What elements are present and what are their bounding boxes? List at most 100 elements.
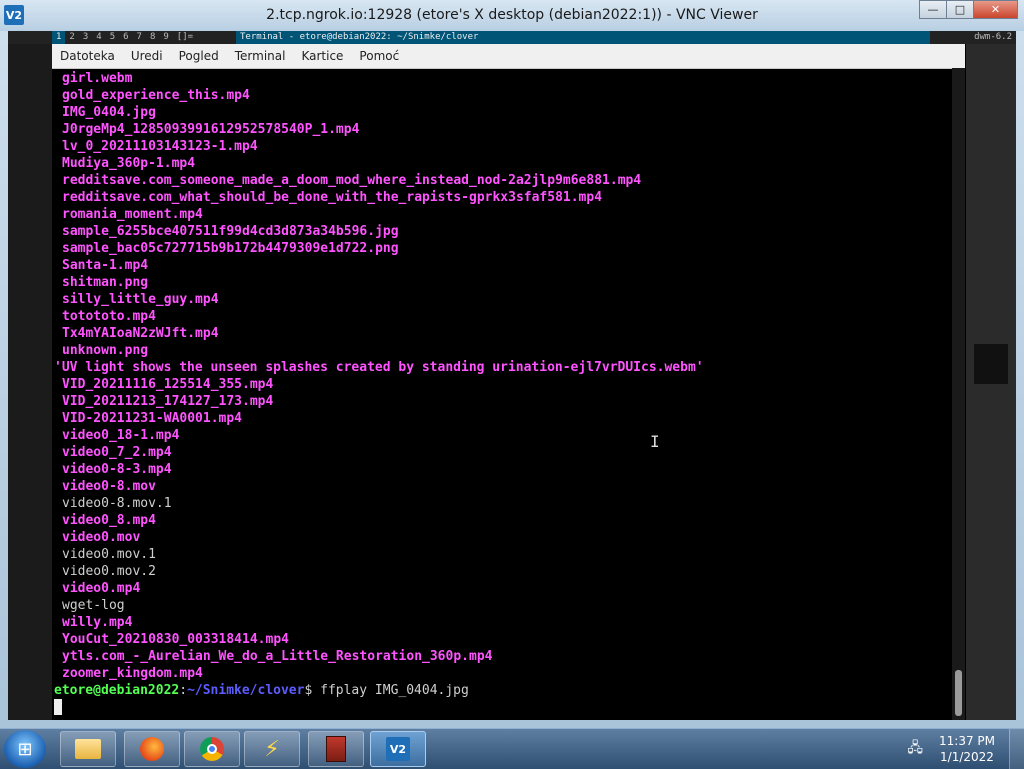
terminal-line: ytls.com_-_Aurelian_We_do_a_Little_Resto… (62, 649, 493, 664)
folder-icon (75, 739, 101, 759)
prompt-user-host: etore@debian2022 (54, 683, 180, 698)
taskbar-chrome[interactable] (184, 731, 240, 767)
desktop-background-right (966, 44, 1016, 720)
terminal-window[interactable]: Datoteka Uredi Pogled Terminal Kartice Pomoć … (52, 44, 965, 720)
dwm-tag-list: 1 2 3 4 5 6 7 8 9 []= (52, 31, 197, 44)
menu-item-pomoć[interactable]: Pomoć (351, 49, 407, 63)
text-cursor-icon: I (650, 432, 660, 451)
terminal-line: Mudiya_360p-1.mp4 (62, 156, 196, 171)
terminal-line: girl.webm (62, 71, 133, 86)
dwm-status-text: dwm-6.2 (974, 32, 1012, 42)
scrollbar-thumb[interactable] (955, 670, 962, 716)
taskbar-vnc-viewer[interactable]: V2 (370, 731, 426, 767)
firefox-icon (140, 737, 164, 761)
vnc-viewer-window: V2 2.tcp.ngrok.io:12928 (etore's X deskt… (0, 0, 1024, 728)
menu-item-terminal[interactable]: Terminal (227, 49, 294, 63)
terminal-line: sample_6255bce407511f99d4cd3d873a34b596.… (62, 224, 399, 239)
taskbar-explorer[interactable] (60, 731, 116, 767)
terminal-line: YouCut_20210830_003318414.mp4 (62, 632, 289, 647)
winamp-icon: ⚡ (264, 736, 280, 762)
clock[interactable]: 11:37 PM 1/1/2022 (939, 733, 995, 765)
terminal-line: 'UV light shows the unseen splashes crea… (54, 360, 704, 375)
taskbar-book-app[interactable] (308, 731, 364, 767)
terminal-line: silly_little_guy.mp4 (62, 292, 219, 307)
dwm-tag-7[interactable]: 7 (133, 31, 146, 44)
terminal-line: VID_20211213_174127_173.mp4 (62, 394, 274, 409)
menu-item-uredi[interactable]: Uredi (123, 49, 171, 63)
terminal-block-cursor (54, 699, 62, 715)
terminal-line: willy.mp4 (62, 615, 133, 630)
background-window-edge (974, 344, 1008, 384)
terminal-line: totototo.mp4 (62, 309, 156, 324)
terminal-line: VID-20211231-WA0001.mp4 (62, 411, 243, 426)
minimize-button[interactable]: — (919, 0, 946, 19)
prompt-path: ~/Snimke/clover (187, 683, 305, 698)
dwm-tag-6[interactable]: 6 (119, 31, 132, 44)
terminal-scrollbar[interactable] (952, 68, 965, 720)
desktop-background-left (8, 44, 52, 720)
window-title: 2.tcp.ngrok.io:12928 (etore's X desktop … (266, 7, 758, 23)
clock-date: 1/1/2022 (940, 750, 994, 764)
remote-desktop[interactable]: 1 2 3 4 5 6 7 8 9 []= Terminal - etore@debian2022… (8, 31, 1016, 720)
taskbar-winamp[interactable]: ⚡ (244, 731, 300, 767)
terminal-line: Santa-1.mp4 (62, 258, 149, 273)
terminal-line: Tx4mYAIoaN2zWJft.mp4 (62, 326, 219, 341)
terminal-line: video0-8-3.mp4 (62, 462, 172, 477)
terminal-line: unknown.png (62, 343, 149, 358)
terminal-line: video0-8.mov (62, 479, 156, 494)
window-controls: — □ ✕ (919, 0, 1018, 19)
terminal-line: VID_20211116_125514_355.mp4 (62, 377, 274, 392)
dwm-tag-8[interactable]: 8 (146, 31, 159, 44)
terminal-line: video0_18-1.mp4 (62, 428, 180, 443)
dwm-layout-symbol[interactable]: []= (173, 31, 197, 44)
prompt-command: ffplay IMG_0404.jpg (312, 683, 469, 698)
terminal-line: zoomer_kingdom.mp4 (62, 666, 203, 681)
dwm-tag-9[interactable]: 9 (159, 31, 172, 44)
dwm-tag-3[interactable]: 3 (79, 31, 92, 44)
terminal-line: redditsave.com_what_should_be_done_with_… (62, 190, 603, 205)
dwm-window-title: Terminal - etore@debian2022: ~/Snimke/cl… (236, 31, 930, 44)
terminal-line: video0.mp4 (62, 581, 141, 596)
terminal-line: J0rgeMp4_1285093991612952578540P_1.mp4 (62, 122, 360, 137)
terminal-line: video0-8.mov.1 (62, 496, 172, 511)
terminal-line: video0.mov.1 (62, 547, 156, 562)
clock-time: 11:37 PM (939, 734, 995, 748)
terminal-line: video0_8.mp4 (62, 513, 156, 528)
terminal-output[interactable]: girl.webm gold_experience_this.mp4 IMG_040… (54, 70, 944, 720)
prompt-separator: : (179, 683, 188, 698)
dwm-tag-1[interactable]: 1 (52, 31, 66, 44)
terminal-line: redditsave.com_someone_made_a_doom_mod_w… (62, 173, 642, 188)
terminal-line: romania_moment.mp4 (62, 207, 203, 222)
terminal-menubar: Datoteka Uredi Pogled Terminal Kartice Pomoć (52, 44, 965, 69)
dwm-tag-2[interactable]: 2 (65, 31, 78, 44)
menu-item-datoteka[interactable]: Datoteka (52, 49, 123, 63)
taskbar: ⊞ ⚡ V2 🖧 11:37 PM 1/1/2022 (0, 728, 1024, 769)
terminal-line: shitman.png (62, 275, 149, 290)
taskbar-firefox[interactable] (124, 731, 180, 767)
dwm-tag-4[interactable]: 4 (92, 31, 105, 44)
network-icon[interactable]: 🖧 (907, 737, 923, 761)
close-button[interactable]: ✕ (973, 0, 1018, 19)
windows-logo-icon: ⊞ (17, 738, 33, 760)
terminal-line: video0_7_2.mp4 (62, 445, 172, 460)
menu-item-pogled[interactable]: Pogled (171, 49, 227, 63)
terminal-line: gold_experience_this.mp4 (62, 88, 250, 103)
start-button[interactable]: ⊞ (4, 730, 46, 768)
dwm-status-bar: 1 2 3 4 5 6 7 8 9 []= Terminal - etore@debian2022… (8, 31, 1016, 44)
menu-item-kartice[interactable]: Kartice (293, 49, 351, 63)
vnc-titlebar[interactable]: V2 2.tcp.ngrok.io:12928 (etore's X deskt… (0, 0, 1024, 31)
chrome-icon (200, 737, 224, 761)
book-app-icon (326, 736, 346, 762)
terminal-input-line[interactable] (54, 699, 944, 716)
terminal-line: video0.mov (62, 530, 141, 545)
terminal-prompt-line: etore@debian2022:~/Snimke/clover$ ffplay… (54, 682, 944, 699)
system-tray: 🖧 11:37 PM 1/1/2022 (907, 729, 1024, 769)
terminal-line: IMG_0404.jpg (62, 105, 156, 120)
terminal-line: sample_bac05c727715b9b172b4479309e1d722.… (62, 241, 399, 256)
maximize-button[interactable]: □ (946, 0, 973, 19)
terminal-line: video0.mov.2 (62, 564, 156, 579)
vnc-viewer-icon: V2 (386, 737, 410, 761)
terminal-line: lv_0_20211103143123-1.mp4 (62, 139, 258, 154)
dwm-tag-5[interactable]: 5 (106, 31, 119, 44)
show-desktop-button[interactable] (1009, 729, 1024, 769)
